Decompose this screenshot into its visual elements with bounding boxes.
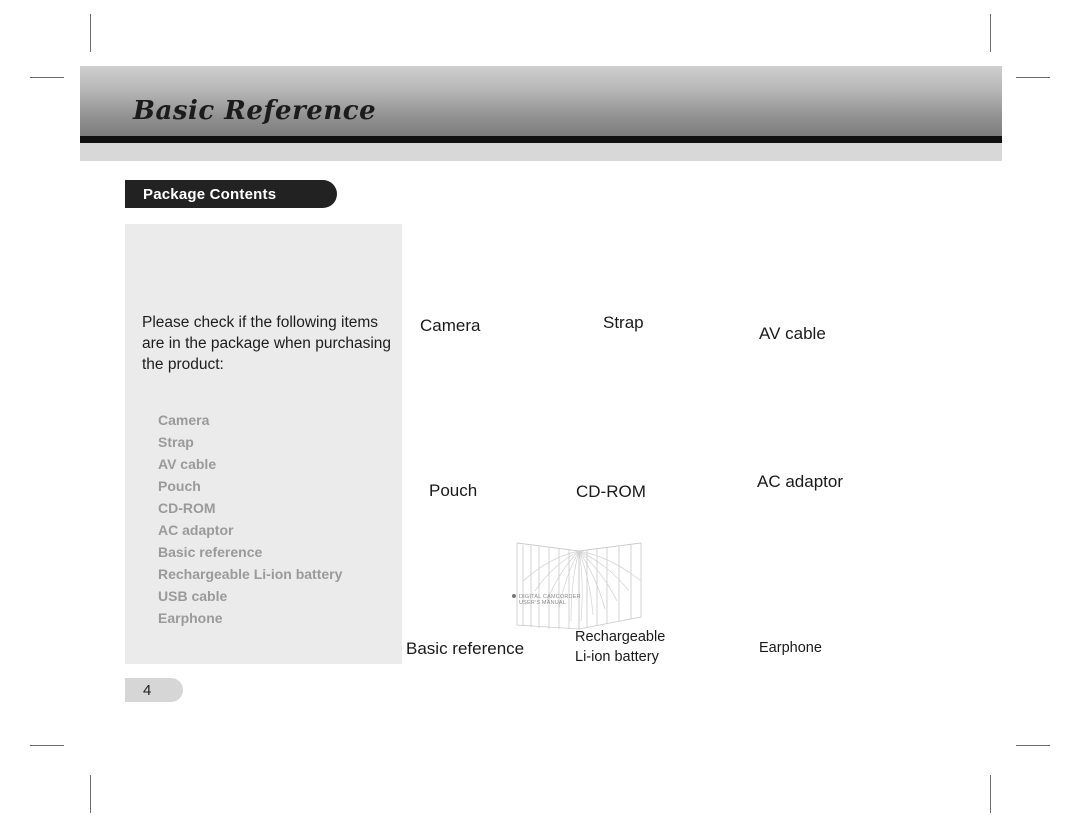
grid-cell-pouch: Pouch <box>429 481 478 500</box>
grid-cell-rechargeable-battery: Rechargeable Li-ion battery <box>575 629 666 665</box>
list-item: Basic reference <box>158 544 263 560</box>
crop-mark-left-upper <box>30 77 64 78</box>
crop-mark-right-lower <box>1016 745 1050 746</box>
header-subband <box>80 143 1002 161</box>
crop-mark-bottom-right <box>990 775 991 813</box>
list-item: Camera <box>158 412 210 428</box>
header-rule <box>80 136 1002 143</box>
crop-mark-right-upper <box>1016 77 1050 78</box>
grid-cell-strap: Strap <box>603 313 644 332</box>
intro-text: Please check if the following items are … <box>142 314 392 373</box>
grid-cell-av-cable: AV cable <box>759 324 826 343</box>
list-item: CD-ROM <box>158 500 216 516</box>
list-item: Earphone <box>158 610 223 626</box>
list-item: AV cable <box>158 456 217 472</box>
basic-reference-booklet-illustration: DIGITAL CAMCORDER USER'S MANUAL <box>509 541 659 631</box>
page-title: Basic Reference <box>133 96 377 126</box>
list-item: Strap <box>158 434 194 450</box>
section-tab-package-contents: Package Contents <box>125 180 337 208</box>
crop-mark-bottom-left <box>90 775 91 813</box>
grid-cell-cd-rom: CD-ROM <box>576 482 646 501</box>
grid-cell-ac-adaptor: AC adaptor <box>757 472 843 491</box>
list-item: Pouch <box>158 478 201 494</box>
grid-cell-camera: Camera <box>420 316 481 335</box>
grid-cell-earphone: Earphone <box>759 640 822 656</box>
list-item: Rechargeable Li-ion battery <box>158 566 343 582</box>
package-item-list: Camera Strap AV cable Pouch CD-ROM AC ad… <box>158 409 423 629</box>
manual-page: Basic Reference Package Contents Please … <box>80 66 1002 736</box>
crop-mark-top-right <box>990 14 991 52</box>
page-header-band: Basic Reference <box>80 66 1002 136</box>
crop-mark-left-lower <box>30 745 64 746</box>
list-item: AC adaptor <box>158 522 234 538</box>
booklet-cover-text: DIGITAL CAMCORDER USER'S MANUAL <box>519 594 581 606</box>
list-item: USB cable <box>158 588 228 604</box>
booklet-logo-dot <box>512 594 516 598</box>
section-tab-label: Package Contents <box>143 185 277 203</box>
crop-mark-top-left <box>90 14 91 52</box>
page-number: 4 <box>125 678 183 702</box>
left-info-panel: Please check if the following items are … <box>125 224 402 664</box>
booklet-cover-line-2: USER'S MANUAL <box>519 600 567 606</box>
grid-cell-basic-reference: Basic reference <box>406 639 525 658</box>
